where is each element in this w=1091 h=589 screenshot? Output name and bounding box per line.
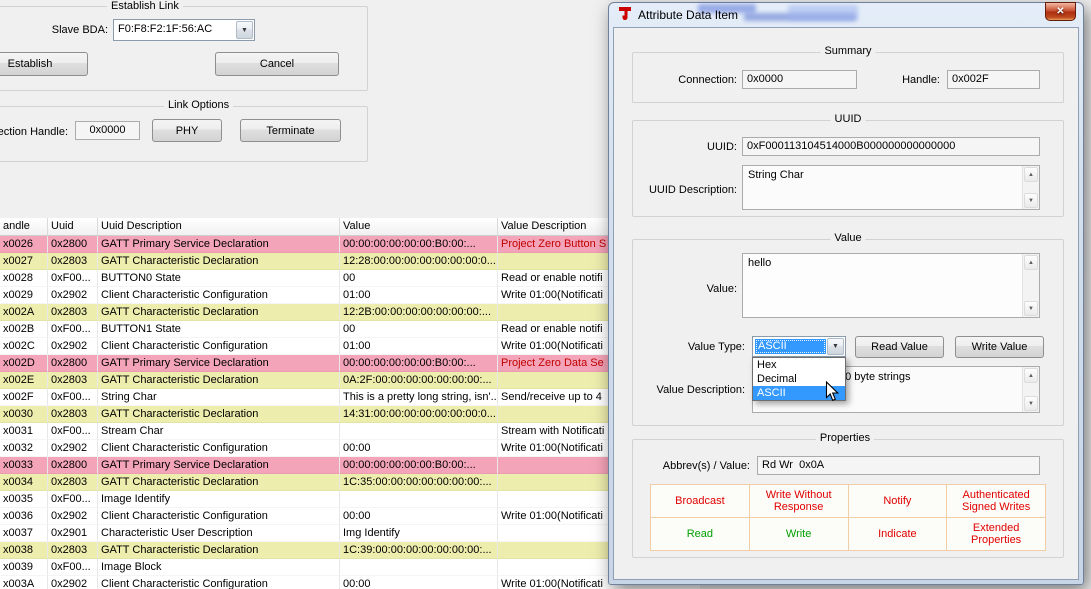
handle-label: Handle: bbox=[880, 74, 940, 87]
scrollbar[interactable]: ▲ ▼ bbox=[1022, 254, 1039, 317]
value-type-option-hex[interactable]: Hex bbox=[753, 358, 845, 372]
properties-group-title: Properties bbox=[816, 432, 874, 445]
scrollbar[interactable]: ▲ ▼ bbox=[1022, 166, 1039, 209]
chevron-down-icon[interactable]: ▼ bbox=[827, 338, 844, 355]
screen: Establish Link Slave BDA: F0:F8:F2:1F:56… bbox=[0, 0, 1091, 589]
scroll-down-icon[interactable]: ▼ bbox=[1024, 396, 1038, 411]
value-type-selected: ASCII bbox=[755, 339, 826, 354]
abbrev-value-label: Abbrev(s) / Value: bbox=[638, 460, 750, 473]
scroll-up-icon[interactable]: ▲ bbox=[1024, 167, 1038, 182]
scroll-up-icon[interactable]: ▲ bbox=[1024, 368, 1038, 383]
property-extended-properties: Extended Properties bbox=[947, 518, 1046, 551]
property-notify: Notify bbox=[849, 485, 948, 518]
abbrev-value: Rd Wr 0x0A bbox=[762, 459, 824, 472]
uuid-description-value: String Char bbox=[748, 169, 804, 182]
connection-value: 0x0000 bbox=[747, 73, 783, 86]
value-description-label: Value Description: bbox=[638, 384, 745, 397]
value-type-label: Value Type: bbox=[638, 341, 745, 354]
uuid-field[interactable]: 0xF000113104514000B000000000000000 bbox=[742, 137, 1040, 156]
mouse-cursor bbox=[825, 381, 840, 402]
close-button[interactable]: ✕ bbox=[1045, 2, 1076, 21]
property-broadcast: Broadcast bbox=[651, 485, 750, 518]
summary-group-title: Summary bbox=[820, 45, 875, 58]
value-type-combobox[interactable]: ASCII ▼ bbox=[752, 336, 846, 357]
property-write-without-response: Write Without Response bbox=[750, 485, 849, 518]
handle-value: 0x002F bbox=[952, 73, 989, 86]
write-value-button[interactable]: Write Value bbox=[955, 336, 1044, 358]
value-label: Value: bbox=[645, 283, 737, 296]
property-indicate: Indicate bbox=[849, 518, 948, 551]
property-read: Read bbox=[651, 518, 750, 551]
value-description-text: 40 byte strings bbox=[839, 371, 911, 384]
ti-logo-icon bbox=[617, 5, 633, 21]
uuid-description-label: UUID Description: bbox=[627, 184, 737, 197]
uuid-group-title: UUID bbox=[831, 113, 866, 126]
connection-field[interactable]: 0x0000 bbox=[742, 70, 857, 89]
value-group-title: Value bbox=[830, 232, 865, 245]
uuid-value: 0xF000113104514000B000000000000000 bbox=[747, 140, 955, 153]
close-icon: ✕ bbox=[1056, 6, 1064, 17]
scroll-up-icon[interactable]: ▲ bbox=[1024, 255, 1038, 270]
property-write: Write bbox=[750, 518, 849, 551]
value-field[interactable]: hello ▲ ▼ bbox=[742, 253, 1040, 318]
dialog-title: Attribute Data Item bbox=[638, 8, 738, 22]
connection-label: Connection: bbox=[645, 74, 737, 87]
scroll-down-icon[interactable]: ▼ bbox=[1024, 301, 1038, 316]
value-text: hello bbox=[748, 257, 771, 270]
property-authenticated-signed-writes: Authenticated Signed Writes bbox=[947, 485, 1046, 518]
scroll-down-icon[interactable]: ▼ bbox=[1024, 193, 1038, 208]
properties-grid: BroadcastWrite Without ResponseNotifyAut… bbox=[650, 484, 1046, 551]
read-value-button[interactable]: Read Value bbox=[855, 336, 944, 358]
handle-field[interactable]: 0x002F bbox=[947, 70, 1040, 89]
abbrev-value-field[interactable]: Rd Wr 0x0A bbox=[757, 456, 1040, 475]
scrollbar[interactable]: ▲ ▼ bbox=[1022, 367, 1039, 412]
uuid-description-field[interactable]: String Char ▲ ▼ bbox=[742, 165, 1040, 210]
aero-glass-smudge bbox=[788, 5, 858, 20]
uuid-label: UUID: bbox=[645, 141, 737, 154]
